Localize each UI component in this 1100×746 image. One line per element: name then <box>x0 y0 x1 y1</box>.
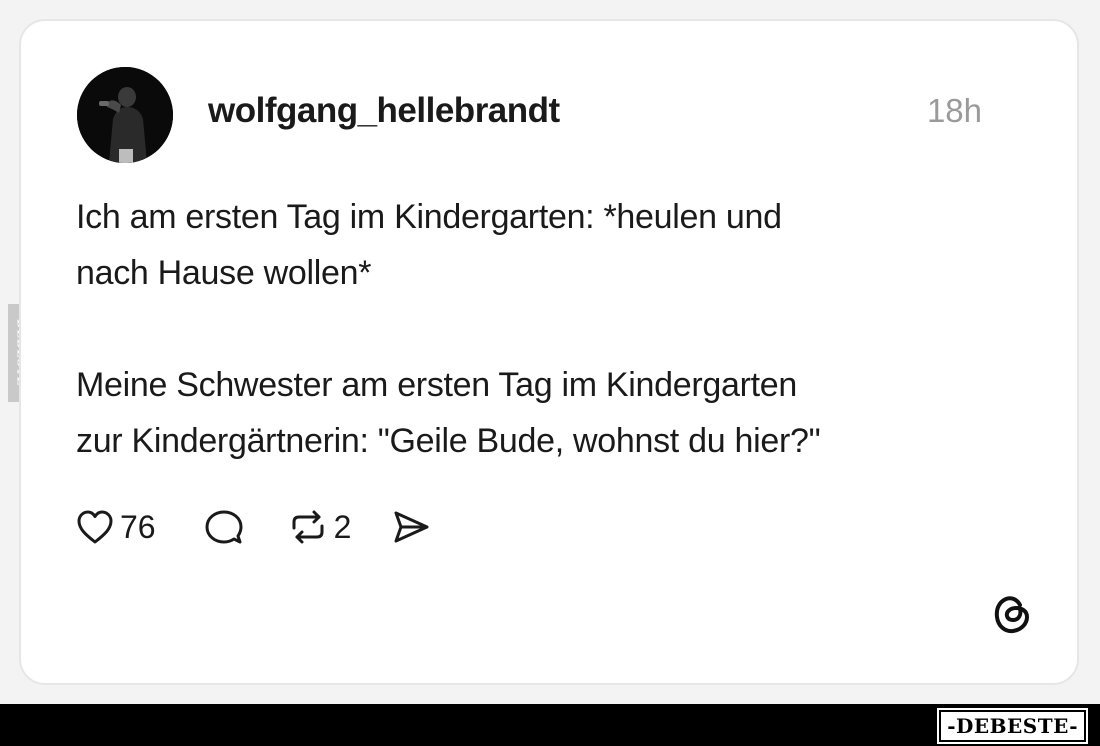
post-text-line: zur Kindergärtnerin: "Geile Bude, wohnst… <box>76 422 821 460</box>
bottom-watermark-bar: -DEBESTE- <box>0 704 1100 746</box>
post-text-line: Ich am ersten Tag im Kindergarten: *heul… <box>76 198 782 236</box>
speech-bubble-icon <box>205 510 243 544</box>
avatar-photo <box>77 67 173 163</box>
action-bar: 76 2 <box>76 505 431 549</box>
paper-plane-icon <box>394 511 429 543</box>
post-text: Ich am ersten Tag im Kindergarten: *heul… <box>76 189 976 469</box>
share-button[interactable] <box>391 508 431 546</box>
avatar[interactable] <box>77 67 173 163</box>
threads-logo-icon <box>994 596 1030 634</box>
post-text-line: Meine Schwester am ersten Tag im Kinderg… <box>76 366 798 404</box>
comment-button[interactable] <box>204 508 244 546</box>
like-count: 76 <box>120 508 156 545</box>
page: DEBESTE wolfgang_hellebrandt 18h Ich am … <box>0 0 1100 746</box>
bottom-watermark-logo: -DEBESTE- <box>939 710 1086 742</box>
repost-button[interactable]: 2 <box>288 508 352 546</box>
repost-count: 2 <box>333 508 352 545</box>
repost-arrows-icon <box>292 510 324 544</box>
post-timestamp: 18h <box>926 92 982 129</box>
post-text-line: nach Hause wollen* <box>76 254 372 292</box>
post-card: wolfgang_hellebrandt 18h Ich am ersten T… <box>19 19 1079 685</box>
heart-icon <box>77 510 113 544</box>
username[interactable]: wolfgang_hellebrandt <box>208 91 560 131</box>
like-button[interactable]: 76 <box>76 509 156 546</box>
